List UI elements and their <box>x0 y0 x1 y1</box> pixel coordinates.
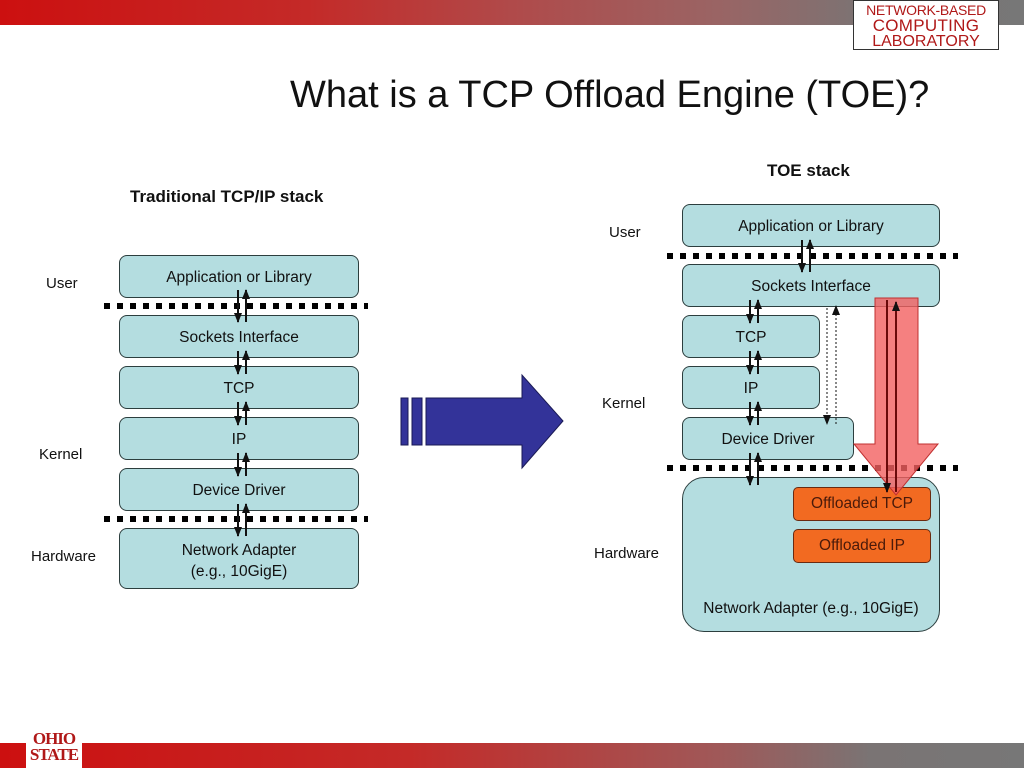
control-path-arrows <box>823 305 840 425</box>
toe-data-arrows <box>746 239 814 486</box>
traditional-data-arrows <box>234 289 250 537</box>
diagram-overlay <box>104 239 958 537</box>
transition-arrow <box>400 373 564 470</box>
